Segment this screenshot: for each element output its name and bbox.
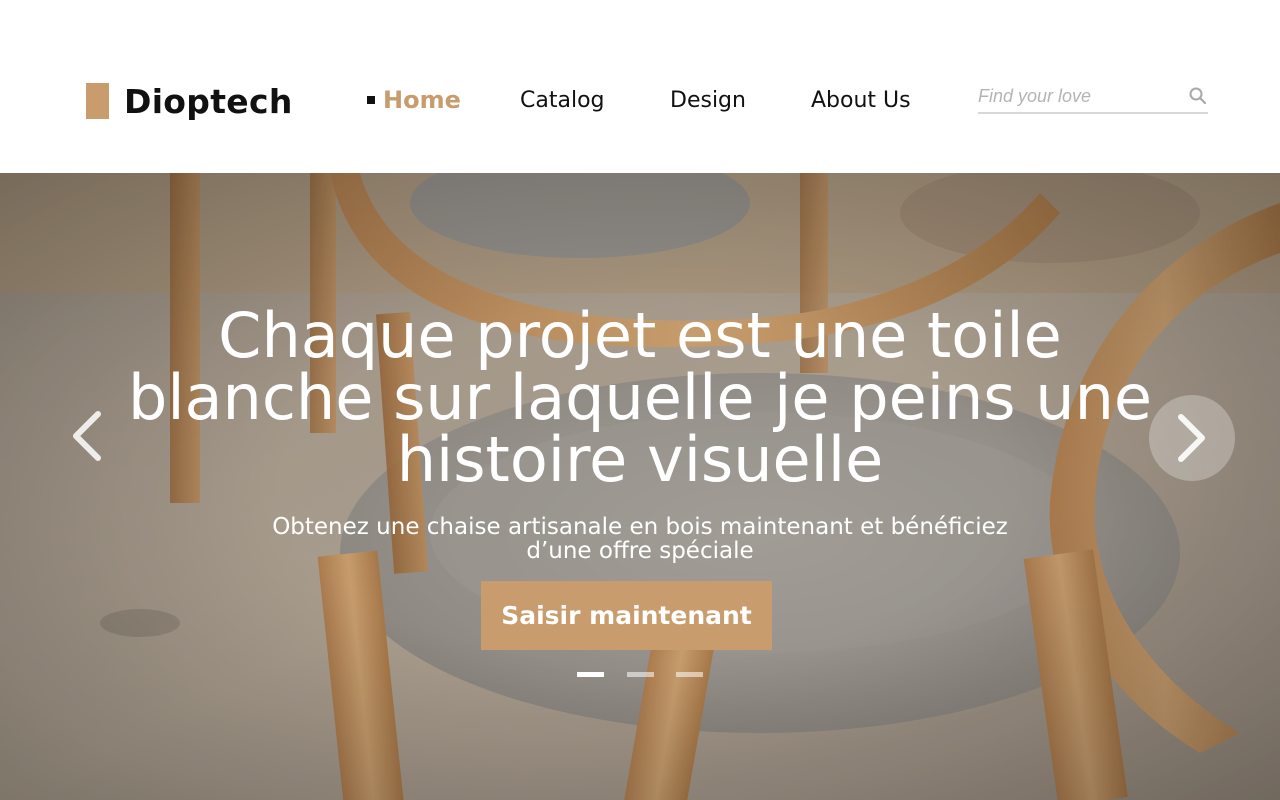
cta-button[interactable]: Saisir maintenant bbox=[481, 581, 772, 650]
slide-dot-3[interactable] bbox=[676, 672, 703, 677]
nav-item-about-us[interactable]: About Us bbox=[811, 80, 911, 120]
nav-item-catalog[interactable]: Catalog bbox=[520, 80, 605, 120]
nav-item-home-label: Home bbox=[383, 86, 461, 114]
hero-title: Chaque projet est une toile blanche sur … bbox=[90, 305, 1190, 491]
hero-subtitle-line: d’une offre spéciale bbox=[526, 538, 754, 564]
search-icon[interactable] bbox=[1188, 86, 1208, 106]
slide-dot-1[interactable] bbox=[577, 672, 604, 677]
site-header: Dioptech Home Catalog Design About Us bbox=[0, 0, 1280, 173]
hero-slider: Chaque projet est une toile blanche sur … bbox=[0, 173, 1280, 800]
nav-item-home[interactable]: Home bbox=[367, 80, 461, 120]
search-bar bbox=[978, 82, 1208, 114]
slide-dot-2[interactable] bbox=[627, 672, 654, 677]
nav-item-design[interactable]: Design bbox=[670, 80, 746, 120]
search-input[interactable] bbox=[978, 82, 1178, 110]
hero-subtitle: Obtenez une chaise artisanale en bois ma… bbox=[240, 515, 1040, 563]
hero-title-line: histoire visuelle bbox=[396, 423, 884, 496]
active-bullet-icon bbox=[367, 96, 375, 104]
hero-subtitle-line: Obtenez une chaise artisanale en bois ma… bbox=[272, 514, 1008, 540]
